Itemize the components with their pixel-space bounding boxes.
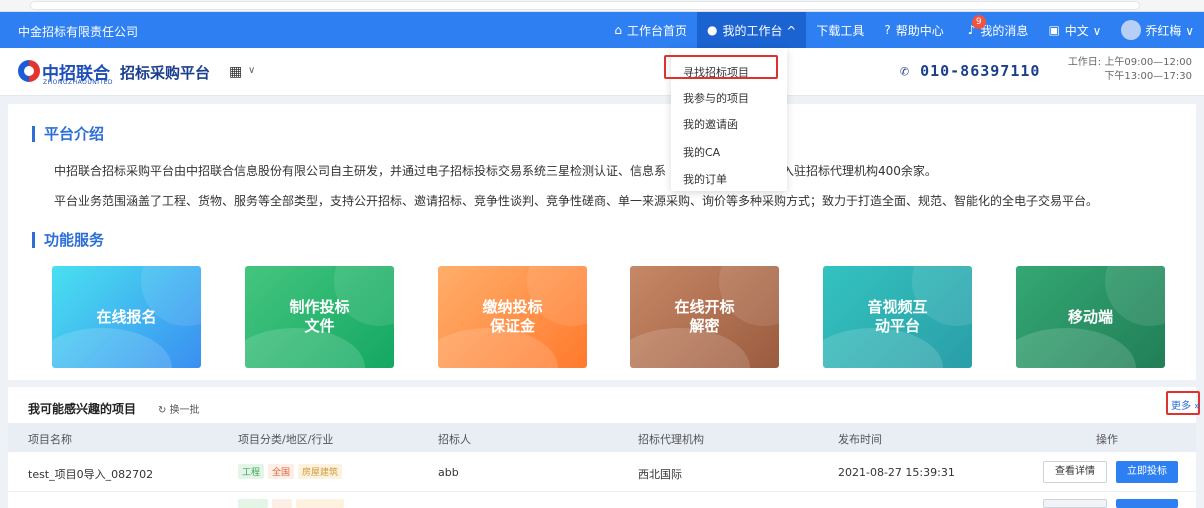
column-header: 操作: [1096, 433, 1118, 446]
view-details-button[interactable]: 查看详情: [1043, 461, 1107, 483]
nav-label: 下载工具: [816, 23, 865, 38]
table-row[interactable]: test_项目0导入_082702 工程 全国 房屋建筑 abb 西北国际 2021…: [8, 452, 1196, 492]
projects-title: 我可能感兴趣的项目: [28, 402, 137, 416]
nav-workbench-home[interactable]: ⌂ 工作台首页: [604, 12, 697, 48]
more-link[interactable]: 更多 »: [1171, 397, 1200, 412]
tag-placeholder: [272, 499, 292, 508]
tile-label: 在线开标 解密: [674, 298, 735, 335]
nav-label: 我的工作台 ^: [722, 23, 797, 38]
project-tags: 工程 全国 房屋建筑: [238, 464, 346, 479]
company-name: 中金招标有限责任公司: [18, 25, 139, 39]
working-hours: 工作日: 上午09:00—12:00 下午13:00—17:30: [1068, 56, 1192, 84]
project-name[interactable]: test_项目0导入_082702: [28, 466, 153, 482]
address-bar[interactable]: [30, 1, 1140, 10]
menu-item-my-invitations[interactable]: 我的邀请函: [683, 116, 738, 132]
refresh-button[interactable]: ↻ 换一批: [158, 401, 200, 416]
help-icon: ?: [884, 23, 891, 37]
tag-placeholder: [238, 499, 268, 508]
home-icon: ⌂: [614, 23, 622, 37]
button-placeholder: [1116, 499, 1178, 508]
intro-paragraph-1: 中招联合招标采购平台由中招联合信息股份有限公司自主研发，并通过电子招标投标交易系…: [54, 162, 937, 179]
menu-item-my-ca[interactable]: 我的CA: [683, 144, 720, 160]
tile-label: 缴纳投标 保证金: [482, 298, 543, 335]
qr-code-icon[interactable]: ▦: [229, 64, 242, 80]
tile-label: 移动端: [1067, 307, 1113, 326]
section-title-services: 功能服务: [32, 232, 104, 248]
intro-text: 中招联合招标采购平台由中招联合信息股份有限公司自主研发，并通过电子招标投标交易系…: [54, 164, 667, 178]
working-hours-line1: 工作日: 上午09:00—12:00: [1067, 57, 1192, 68]
phone-number: 010-86397110: [920, 62, 1041, 80]
user-icon: ●: [706, 23, 718, 37]
button-placeholder: [1043, 499, 1107, 508]
nav-help-center[interactable]: ? 帮助中心: [874, 12, 953, 48]
tag-industry: 房屋建筑: [298, 464, 343, 479]
section-title-intro: 平台介绍: [32, 126, 104, 142]
tag-placeholder: [296, 499, 344, 508]
chevron-down-icon[interactable]: ∨: [248, 65, 255, 76]
nav-download-tools[interactable]: 下载工具: [806, 12, 874, 48]
site-header: 中招联合 ZHONGZHAOUNITED 招标采购平台 ▦ ∨ ✆ 010-86…: [0, 48, 1204, 96]
tenderer: abb: [438, 466, 459, 479]
column-header: 项目名称: [28, 433, 72, 446]
nav-label: 工作台首页: [626, 23, 687, 38]
tile-online-bid-opening[interactable]: 在线开标 解密: [630, 266, 779, 368]
nav-my-messages[interactable]: ♪ 9 我的消息: [954, 12, 1039, 48]
refresh-label: 换一批: [169, 405, 200, 416]
top-nav: ⌂ 工作台首页 ● 我的工作台 ^ 下载工具 ? 帮助中心 ♪ 9 我的消息 ▣…: [604, 12, 1204, 48]
hotline-phone: ✆ 010-86397110: [900, 62, 1040, 80]
nav-my-workbench[interactable]: ● 我的工作台 ^: [696, 12, 807, 48]
browser-address-strip: [0, 0, 1204, 12]
table-row-partial: [8, 493, 1196, 508]
tile-make-bid-document[interactable]: 制作投标 文件: [245, 266, 394, 368]
column-header: 发布时间: [838, 433, 882, 446]
agency: 西北国际: [638, 468, 682, 481]
nav-label: 中文 ∨: [1064, 23, 1102, 38]
bid-now-button[interactable]: 立即投标: [1116, 461, 1178, 483]
publish-time: 2021-08-27 15:39:31: [838, 466, 955, 479]
column-header: 招标代理机构: [638, 433, 704, 446]
main-card: 平台介绍 中招联合招标采购平台由中招联合信息股份有限公司自主研发，并通过电子招标…: [8, 104, 1196, 380]
nav-user-menu[interactable]: 乔红梅 ∨: [1111, 12, 1204, 48]
nav-label: 我的消息: [980, 23, 1029, 38]
tag-category: 工程: [238, 464, 265, 479]
brand-subname: ZHONGZHAOUNITED: [43, 79, 114, 86]
nav-language[interactable]: ▣ 中文 ∨: [1038, 12, 1111, 48]
tag-region: 全国: [268, 464, 295, 479]
tile-video-interaction[interactable]: 音视频互 动平台: [823, 266, 972, 368]
tile-pay-bid-deposit[interactable]: 缴纳投标 保证金: [438, 266, 587, 368]
intro-paragraph-2: 平台业务范围涵盖了工程、货物、服务等全部类型，支持公开招标、邀请招标、竞争性谈判…: [54, 192, 1098, 209]
intro-text: 平台业务范围涵盖了工程、货物、服务等全部类型，支持公开招标、邀请招标、竞争性谈判…: [54, 194, 1027, 208]
column-header: 项目分类/地区/行业: [238, 433, 334, 446]
translate-icon: ▣: [1048, 23, 1060, 37]
message-count-badge: 9: [971, 15, 986, 29]
tile-label: 音视频互 动平台: [867, 298, 928, 335]
tile-mobile[interactable]: 移动端: [1016, 266, 1165, 368]
refresh-icon: ↻: [158, 405, 170, 416]
nav-label: 帮助中心: [895, 23, 944, 38]
service-tiles: 在线报名 制作投标 文件 缴纳投标 保证金 在线开标 解密 音视频互 动平台 移…: [52, 266, 1182, 370]
avatar: [1121, 20, 1142, 40]
top-nav-bar: 中金招标有限责任公司 ⌂ 工作台首页 ● 我的工作台 ^ 下载工具 ? 帮助中心…: [0, 12, 1204, 48]
nav-label: 乔红梅 ∨: [1145, 23, 1194, 38]
menu-item-my-projects[interactable]: 我参与的项目: [683, 90, 749, 106]
column-header: 招标人: [438, 433, 471, 446]
tile-label: 在线报名: [96, 307, 157, 326]
brand-logo-icon[interactable]: [18, 60, 40, 82]
menu-item-my-orders[interactable]: 我的订单: [683, 171, 727, 187]
projects-table-header: 项目名称 项目分类/地区/行业 招标人 招标代理机构 发布时间 操作: [8, 423, 1196, 452]
platform-title: 招标采购平台: [120, 64, 211, 82]
working-hours-line2: 下午13:00—17:30: [1104, 71, 1192, 82]
tile-online-registration[interactable]: 在线报名: [52, 266, 201, 368]
tile-label: 制作投标 文件: [289, 298, 350, 335]
phone-icon: ✆: [900, 62, 921, 80]
highlight-box-find-projects: [664, 55, 778, 79]
intro-text: 已入驻招标代理机构400余家。: [770, 164, 937, 178]
intro-text: 子交易平台。: [1026, 194, 1099, 208]
